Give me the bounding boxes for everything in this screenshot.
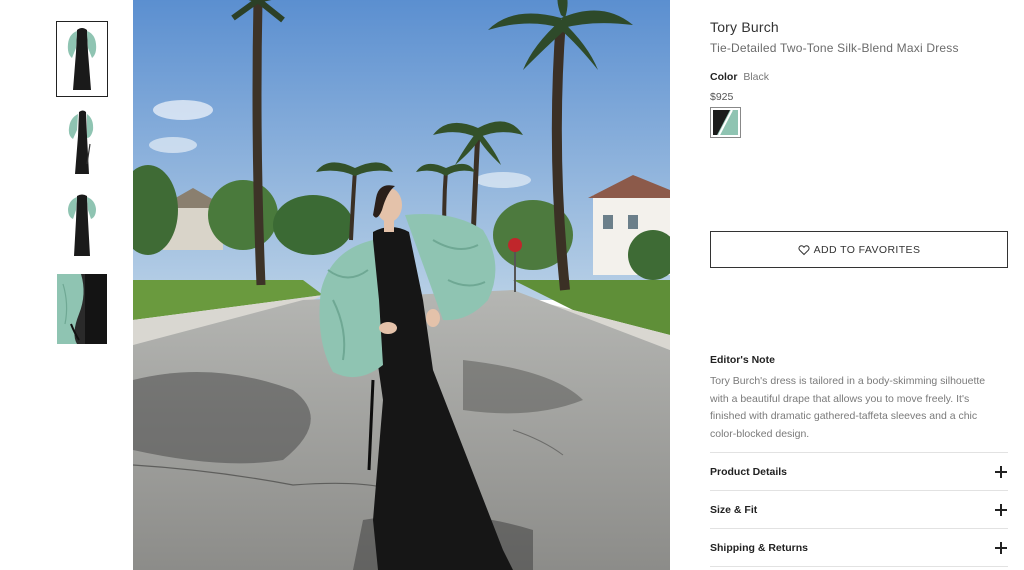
plus-icon[interactable] <box>995 503 1007 516</box>
accordion-label: Size & Fit <box>710 503 758 516</box>
accordion-product-details[interactable]: Product Details <box>710 452 1008 490</box>
heart-icon <box>798 244 810 256</box>
color-swatch-black[interactable] <box>710 107 741 138</box>
model-photo <box>133 0 670 570</box>
product-info-panel: Tory Burch Tie-Detailed Two-Tone Silk-Bl… <box>710 0 1010 570</box>
sleeve-detail-thumbnail-image <box>57 274 107 344</box>
plus-icon[interactable] <box>995 541 1007 554</box>
accordion-size-fit[interactable]: Size & Fit <box>710 490 1008 528</box>
thumbnail-dress-front[interactable] <box>56 21 108 97</box>
editors-note-body: Tory Burch's dress is tailored in a body… <box>710 375 986 440</box>
plus-icon[interactable] <box>995 465 1007 478</box>
dress-back-thumbnail-image <box>57 190 107 264</box>
thumbnail-sleeve-detail[interactable] <box>57 274 107 344</box>
accordion-label: Shipping & Returns <box>710 541 808 554</box>
add-to-favorites-button[interactable]: ADD TO FAVORITES <box>710 231 1008 268</box>
color-label: Color <box>710 71 738 83</box>
thumbnail-dress-back[interactable] <box>57 190 107 264</box>
editors-note-title: Editor's Note <box>710 354 775 366</box>
product-main-image[interactable] <box>133 0 670 570</box>
dress-front-thumbnail-image <box>57 22 107 96</box>
add-to-favorites-label: ADD TO FAVORITES <box>813 243 921 256</box>
accordion-divider <box>710 566 1008 567</box>
dress-side-thumbnail-image <box>57 106 107 180</box>
product-title: Tie-Detailed Two-Tone Silk-Blend Maxi Dr… <box>710 41 959 55</box>
accordion-label: Product Details <box>710 465 788 478</box>
product-price: $925 <box>710 91 734 103</box>
accordion-shipping-returns[interactable]: Shipping & Returns <box>710 528 1008 566</box>
color-row: Color Black <box>710 71 769 83</box>
thumbnail-dress-side[interactable] <box>57 106 107 180</box>
color-value: Black <box>743 71 770 83</box>
brand-name[interactable]: Tory Burch <box>710 19 779 35</box>
swatch-image <box>713 110 738 135</box>
